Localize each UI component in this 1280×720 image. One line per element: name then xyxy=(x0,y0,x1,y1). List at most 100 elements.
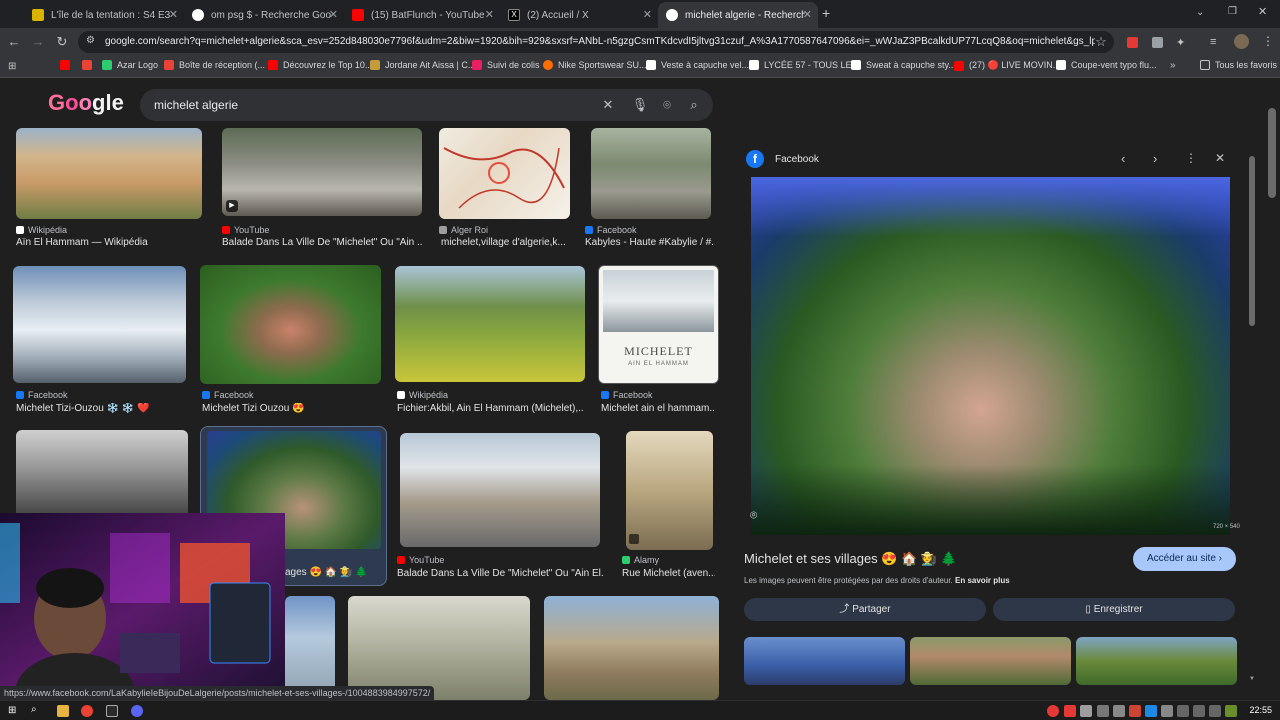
result-thumb-street[interactable] xyxy=(400,433,600,547)
result-title[interactable]: Balade Dans La Ville De "Michelet" Ou "A… xyxy=(397,568,603,579)
puzzle-extensions-icon[interactable]: ✦ xyxy=(1176,36,1185,49)
discord-tray-icon[interactable] xyxy=(1080,705,1092,717)
search-box[interactable]: michelet algerie ✕ 🎙 ⌾ ⌕ xyxy=(140,89,713,121)
close-icon[interactable]: ✕ xyxy=(1215,151,1225,165)
visit-site-button[interactable]: Accéder au site › xyxy=(1133,547,1236,571)
lens-search-icon[interactable]: ⌾ xyxy=(750,508,757,523)
related-thumb[interactable] xyxy=(910,637,1071,685)
profile-avatar[interactable] xyxy=(1234,34,1249,49)
all-bookmarks[interactable]: Tous les favoris xyxy=(1200,60,1277,70)
chrome-icon[interactable] xyxy=(81,705,93,717)
result-title[interactable]: Michelet Tizi-Ouzou ❄️ ❄️ ❤️ xyxy=(16,403,196,414)
tab-x-accueil[interactable]: X (2) Accueil / X ✕ xyxy=(500,2,658,28)
result-thumb-michelet-card[interactable]: MICHELET AIN EL HAMMAM xyxy=(598,265,719,384)
apps-grid-icon[interactable]: ⊞ xyxy=(8,61,16,72)
result-title[interactable]: Michelet ain el hammam... xyxy=(601,403,715,414)
result-thumb-wikipedia[interactable] xyxy=(16,128,202,219)
back-arrow-icon[interactable]: ← xyxy=(6,34,22,50)
file-explorer-icon[interactable] xyxy=(57,705,69,717)
result-thumb-mountain[interactable] xyxy=(544,596,719,700)
result-thumb-postcard[interactable] xyxy=(348,596,530,700)
result-source[interactable]: Facebook xyxy=(202,390,254,400)
extension-icon[interactable] xyxy=(1127,37,1138,48)
clear-icon[interactable]: ✕ xyxy=(599,96,617,114)
bookmark-lycee[interactable]: LYCÉE 57 - TOUS LE... xyxy=(749,60,859,70)
result-source[interactable]: Facebook xyxy=(601,390,653,400)
save-button[interactable]: ▯ Enregistrer xyxy=(993,598,1235,621)
close-icon[interactable]: ✕ xyxy=(643,8,652,21)
preview-image[interactable] xyxy=(751,177,1230,535)
restore-icon[interactable]: ❐ xyxy=(1228,6,1237,17)
close-window-icon[interactable]: ✕ xyxy=(1258,5,1267,18)
result-source[interactable]: Facebook xyxy=(16,390,68,400)
share-button[interactable]: ⤴ Partager xyxy=(744,598,986,621)
battery-icon[interactable] xyxy=(1225,705,1237,717)
tray-app-icon[interactable] xyxy=(1129,705,1141,717)
tab-ile-tentation[interactable]: L'île de la tentation : S4 E3 (2/2 ✕ xyxy=(24,2,184,28)
chevron-down-icon[interactable]: ⌄ xyxy=(1196,7,1204,18)
close-icon[interactable]: ✕ xyxy=(803,8,812,21)
kebab-menu-icon[interactable]: ⋮ xyxy=(1185,151,1197,165)
learn-more-link[interactable]: En savoir plus xyxy=(955,576,1010,585)
related-thumb[interactable] xyxy=(1076,637,1237,685)
plus-icon[interactable]: + xyxy=(822,5,830,21)
panel-title[interactable]: Michelet et ses villages 😍 🏠 🧑‍🌾 🌲 xyxy=(744,551,957,567)
reload-icon[interactable]: ↻ xyxy=(54,34,70,50)
close-icon[interactable]: ✕ xyxy=(485,8,494,21)
result-thumb-snow[interactable] xyxy=(13,266,186,383)
panel-scrollbar-thumb[interactable] xyxy=(1249,156,1255,326)
bookmark-azar[interactable]: Azar Logo xyxy=(102,60,158,70)
taskbar-clock[interactable]: 22:55 xyxy=(1249,705,1272,715)
result-title[interactable]: michelet,village d'algerie,k... xyxy=(441,237,571,248)
bookmark-veste[interactable]: Veste à capuche vel... xyxy=(646,60,749,70)
kebab-menu-icon[interactable]: ⋮ xyxy=(1262,34,1274,48)
result-source[interactable]: Wikipédia xyxy=(16,225,67,235)
bookmark-gmail[interactable] xyxy=(82,60,97,70)
discord-icon[interactable] xyxy=(131,705,143,717)
terminal-icon[interactable] xyxy=(106,705,118,717)
tab-om-psg[interactable]: om psg $ - Recherche Google ✕ xyxy=(184,2,344,28)
tray-app-icon[interactable] xyxy=(1064,705,1076,717)
microphone-icon[interactable]: 🎙 xyxy=(631,96,649,114)
windows-start-icon[interactable]: ⊞ xyxy=(8,705,16,716)
more-bookmarks-icon[interactable]: » xyxy=(1170,60,1176,71)
bookmark-jordane[interactable]: Jordane Ait Aissa | C... xyxy=(370,60,475,70)
tray-app-icon[interactable] xyxy=(1209,705,1221,717)
result-source[interactable]: Alger Roi xyxy=(439,225,488,235)
result-source[interactable]: Alamy xyxy=(622,555,659,565)
scroll-down-icon[interactable]: ▼ xyxy=(1249,676,1255,682)
bookmark-youtube[interactable] xyxy=(60,60,75,70)
page-scrollbar-thumb[interactable] xyxy=(1268,108,1276,198)
previous-icon[interactable]: ‹ xyxy=(1121,151,1125,166)
google-logo[interactable]: Google xyxy=(48,90,124,116)
result-thumb-village-green[interactable] xyxy=(200,265,381,384)
result-thumb-map[interactable] xyxy=(439,128,570,219)
result-title[interactable]: Balade Dans La Ville De "Michelet" Ou "A… xyxy=(222,237,422,248)
network-icon[interactable] xyxy=(1177,705,1189,717)
bookmark-suivi-colis[interactable]: Suivi de colis xyxy=(472,60,540,70)
bookmark-inbox[interactable]: Boîte de réception (... xyxy=(164,60,265,70)
related-thumb[interactable] xyxy=(744,637,905,685)
result-thumb-kabyles[interactable] xyxy=(591,128,711,219)
volume-icon[interactable] xyxy=(1193,705,1205,717)
search-icon[interactable]: ⌕ xyxy=(685,96,703,114)
next-icon[interactable]: › xyxy=(1153,151,1157,166)
result-title[interactable]: Fichier:Akbil, Ain El Hammam (Michelet),… xyxy=(397,403,583,414)
result-thumb-rue-michelet[interactable] xyxy=(626,431,713,550)
address-bar[interactable]: ⚙ google.com/search?q=michelet+algerie&s… xyxy=(78,31,1114,53)
result-title[interactable]: Aïn El Hammam — Wikipédia xyxy=(16,237,202,248)
bookmark-top10[interactable]: Découvrez le Top 10... xyxy=(268,60,372,70)
tray-app-icon[interactable] xyxy=(1097,705,1109,717)
result-title[interactable]: Rue Michelet (aven... xyxy=(622,568,715,579)
site-info-icon[interactable]: ⚙ xyxy=(86,35,95,46)
close-icon[interactable]: ✕ xyxy=(169,8,178,21)
result-thumb-partial[interactable] xyxy=(285,596,335,700)
bookmark-sweat[interactable]: Sweat à capuche sty... xyxy=(851,60,956,70)
forward-arrow-icon[interactable]: → xyxy=(30,34,46,50)
result-thumb-akbil[interactable] xyxy=(395,266,585,382)
result-thumb-old-photo[interactable] xyxy=(16,430,188,520)
result-source[interactable]: YouTube xyxy=(397,555,444,565)
bookmark-live[interactable]: (27) 🔴 LIVE MOVIN... xyxy=(954,60,1060,71)
panel-source[interactable]: Facebook xyxy=(775,154,819,165)
bluetooth-icon[interactable] xyxy=(1145,705,1157,717)
